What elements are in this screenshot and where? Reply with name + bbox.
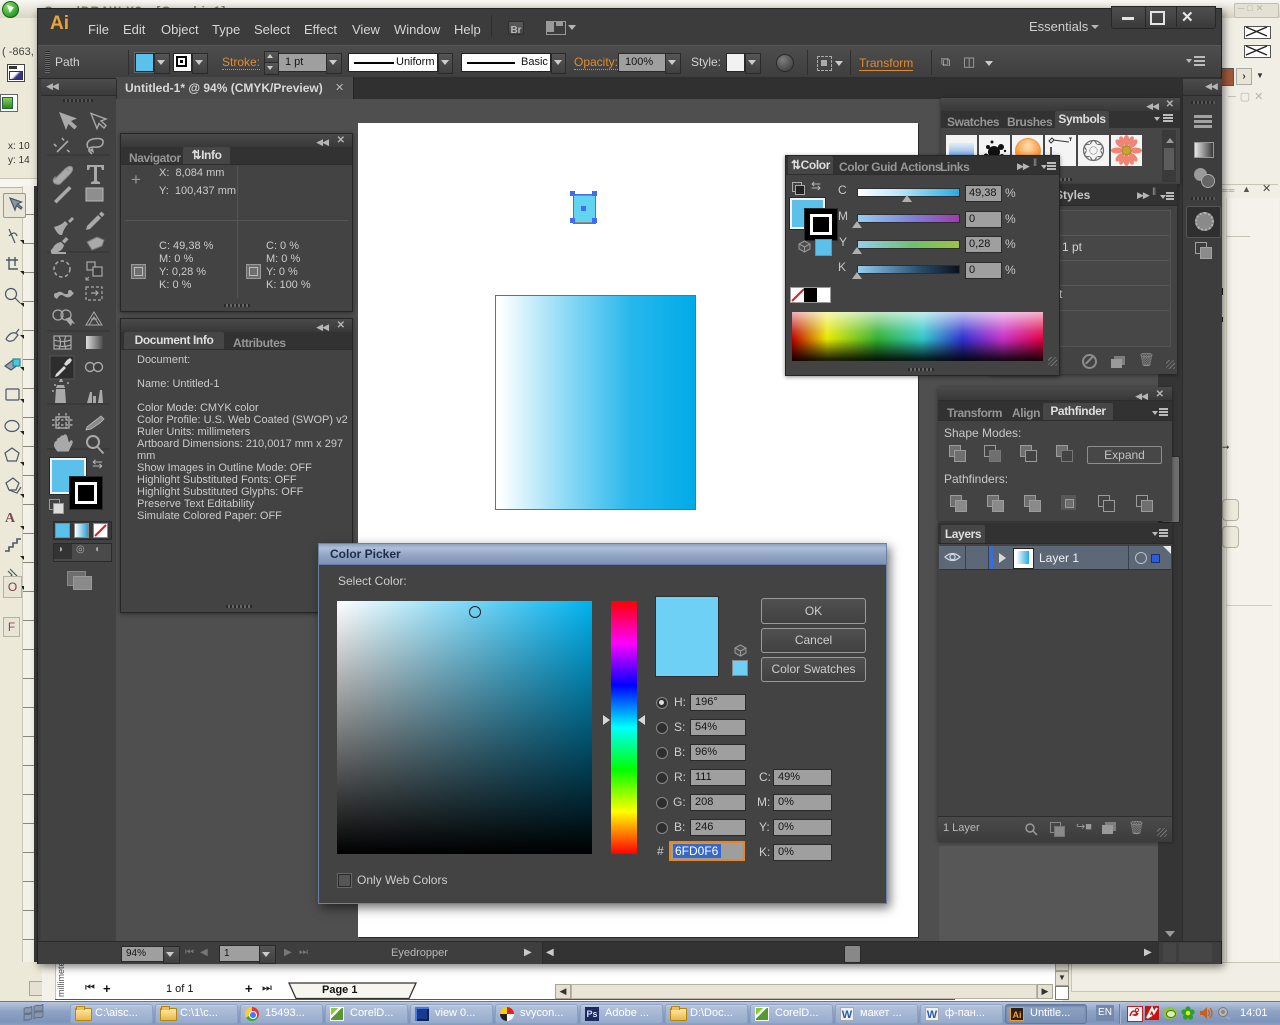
svg-text:A: A [5, 511, 16, 526]
